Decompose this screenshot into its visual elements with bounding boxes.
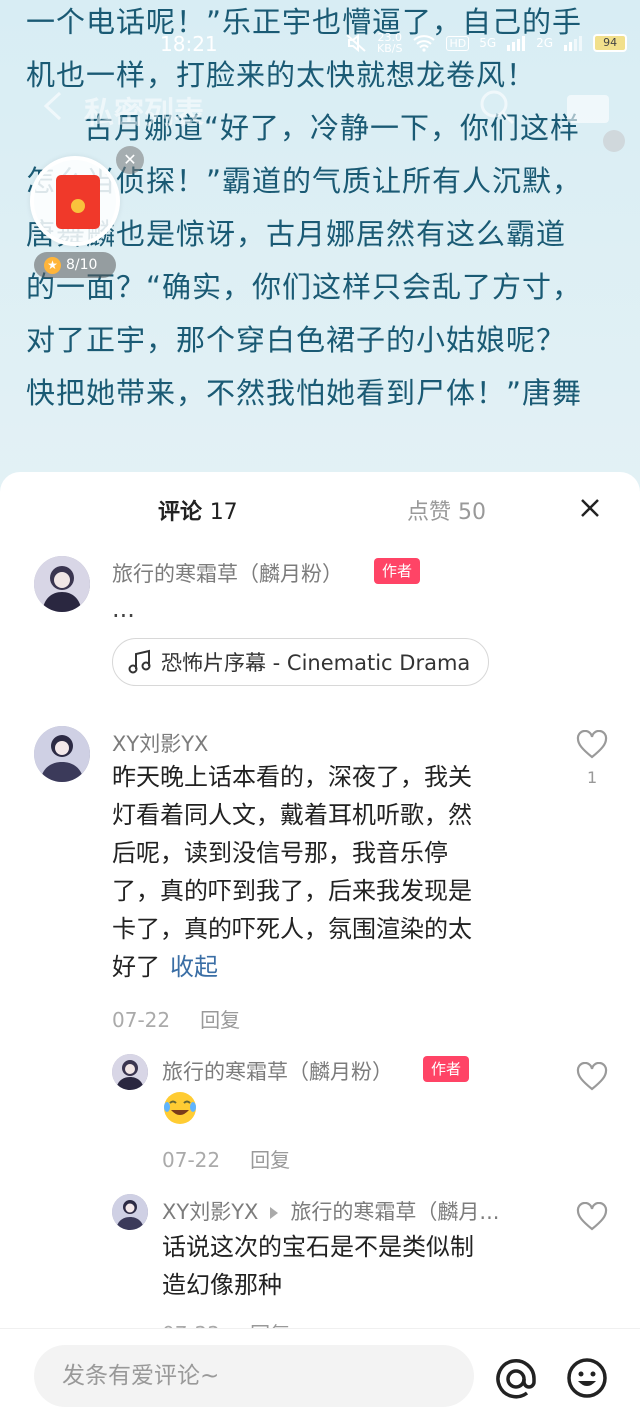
floating-dot[interactable] bbox=[603, 130, 625, 152]
avatar[interactable] bbox=[112, 1194, 148, 1230]
battery-indicator: 94 bbox=[593, 34, 628, 52]
status-bar: 18:21 23.0 KB/S HD 5G 2G 94 bbox=[0, 28, 640, 60]
heart-icon[interactable] bbox=[576, 1202, 608, 1232]
comment-author-name: XY刘影YX 旅行的寒霜草（麟月... bbox=[162, 1196, 499, 1226]
at-mention-icon[interactable] bbox=[494, 1357, 538, 1401]
collapse-link[interactable]: 收起 bbox=[170, 953, 218, 981]
comment-line: 昨天晚上话本看的，深夜了，我关 bbox=[112, 763, 472, 791]
comment-author-name[interactable]: XY刘影YX bbox=[112, 728, 208, 758]
music-note-icon bbox=[128, 649, 151, 674]
tab-likes-count: 50 bbox=[458, 500, 487, 525]
red-envelope-progress-value: 8/10 bbox=[66, 257, 98, 273]
comment-author-name[interactable]: 旅行的寒霜草（麟月粉） bbox=[112, 558, 343, 588]
comment-text: 话说这次的宝石是不是类似制 造幻像那种 bbox=[162, 1228, 542, 1304]
hd-label: HD bbox=[446, 35, 470, 51]
net-speed: 23.0 KB/S bbox=[377, 32, 402, 54]
reply-arrow-icon bbox=[270, 1207, 279, 1219]
comment-line-end: 好了 bbox=[112, 953, 160, 981]
star-icon: ★ bbox=[44, 257, 61, 274]
back-arrow-icon[interactable] bbox=[38, 90, 68, 122]
heart-icon[interactable] bbox=[576, 730, 608, 760]
red-envelope-widget[interactable] bbox=[30, 156, 120, 246]
comment-line: 后呢，读到没信号那，我音乐停 bbox=[112, 839, 448, 867]
status-icons: 23.0 KB/S HD 5G 2G 94 bbox=[345, 32, 628, 54]
author-badge: 作者 bbox=[423, 1056, 470, 1082]
heart-icon[interactable] bbox=[576, 1062, 608, 1092]
tab-comments-count: 17 bbox=[209, 500, 238, 525]
signal-icon bbox=[564, 36, 583, 51]
avatar[interactable] bbox=[34, 556, 90, 612]
tab-comments[interactable]: 评论 17 bbox=[158, 494, 238, 526]
comment-input[interactable]: 发条有爱评论~ bbox=[34, 1345, 474, 1407]
signal-icon bbox=[507, 36, 526, 51]
music-chip[interactable]: 恐怖片序幕 - Cinematic Drama bbox=[112, 638, 490, 686]
tab-likes-label: 点赞 bbox=[407, 500, 452, 525]
status-time: 18:21 bbox=[160, 32, 218, 56]
reply-button[interactable]: 回复 bbox=[200, 1008, 240, 1032]
author-badge: 作者 bbox=[374, 558, 421, 584]
comment-text: ... bbox=[112, 595, 135, 623]
comment-sheet: 评论 17 点赞 50 旅行的寒霜草（麟月粉） 作者 ... 恐怖片序幕 - C… bbox=[0, 472, 640, 1422]
comment-author-name[interactable]: 旅行的寒霜草（麟月粉） bbox=[162, 1056, 393, 1086]
tab-likes[interactable]: 点赞 50 bbox=[407, 494, 486, 526]
reader-line: 快把她带来，不然我怕她看到尸体！”唐舞 bbox=[26, 376, 583, 410]
music-title: 恐怖片序幕 - Cinematic Drama bbox=[161, 651, 471, 675]
reply-target[interactable]: 旅行的寒霜草（麟月... bbox=[290, 1200, 499, 1224]
avatar[interactable] bbox=[34, 726, 90, 782]
search-icon[interactable] bbox=[478, 88, 516, 126]
tab-comments-label: 评论 bbox=[158, 500, 203, 525]
reader-background: 一个电话呢！”乐正宇也懵逼了，自己的手 机也一样，打脸来的太快就想龙卷风！ 古月… bbox=[0, 0, 640, 500]
reader-line: 对了正宇，那个穿白色裙子的小姑娘呢？ bbox=[26, 323, 567, 357]
chat-bubble-icon[interactable] bbox=[566, 94, 610, 124]
signal-2g-label: 2G bbox=[536, 36, 554, 50]
net-speed-unit: KB/S bbox=[377, 42, 403, 55]
comment-meta: 07-22 回复 bbox=[162, 1144, 290, 1173]
red-envelope-progress: ★ 8/10 bbox=[34, 252, 116, 278]
comment-line: 灯看着同人文，戴着耳机听歌，然 bbox=[112, 801, 472, 829]
red-envelope-icon bbox=[56, 175, 100, 229]
emoji-icon[interactable] bbox=[566, 1357, 608, 1399]
close-icon[interactable] bbox=[572, 490, 608, 526]
mute-icon bbox=[346, 33, 366, 53]
comment-line: 造幻像那种 bbox=[162, 1271, 282, 1299]
comment-meta: 07-22 回复 bbox=[112, 1004, 240, 1033]
comment-date: 07-22 bbox=[112, 1008, 171, 1032]
close-icon[interactable]: ✕ bbox=[116, 146, 144, 174]
page-title: 私密列表 bbox=[84, 96, 204, 131]
reply-button[interactable]: 回复 bbox=[250, 1148, 290, 1172]
comment-line: 话说这次的宝石是不是类似制 bbox=[162, 1233, 474, 1261]
reply-author[interactable]: XY刘影YX bbox=[162, 1200, 258, 1224]
comment-line: 卡了，真的吓死人，氛围渲染的太 bbox=[112, 915, 472, 943]
wifi-icon bbox=[413, 35, 436, 52]
crying-laughing-emoji-icon bbox=[164, 1092, 196, 1124]
like-count: 1 bbox=[587, 768, 598, 787]
comment-text: 昨天晚上话本看的，深夜了，我关 灯看着同人文，戴着耳机听歌，然 后呢，读到没信号… bbox=[112, 758, 532, 986]
avatar[interactable] bbox=[112, 1054, 148, 1090]
comment-tabs: 评论 17 点赞 50 bbox=[0, 472, 640, 542]
comment-line: 了，真的吓到我了，后来我发现是 bbox=[112, 877, 472, 905]
comment-line: 好了 收起 bbox=[112, 948, 532, 986]
comment-date: 07-22 bbox=[162, 1148, 221, 1172]
signal-5g-label: 5G bbox=[479, 36, 497, 50]
comment-input-bar: 发条有爱评论~ bbox=[0, 1328, 640, 1422]
